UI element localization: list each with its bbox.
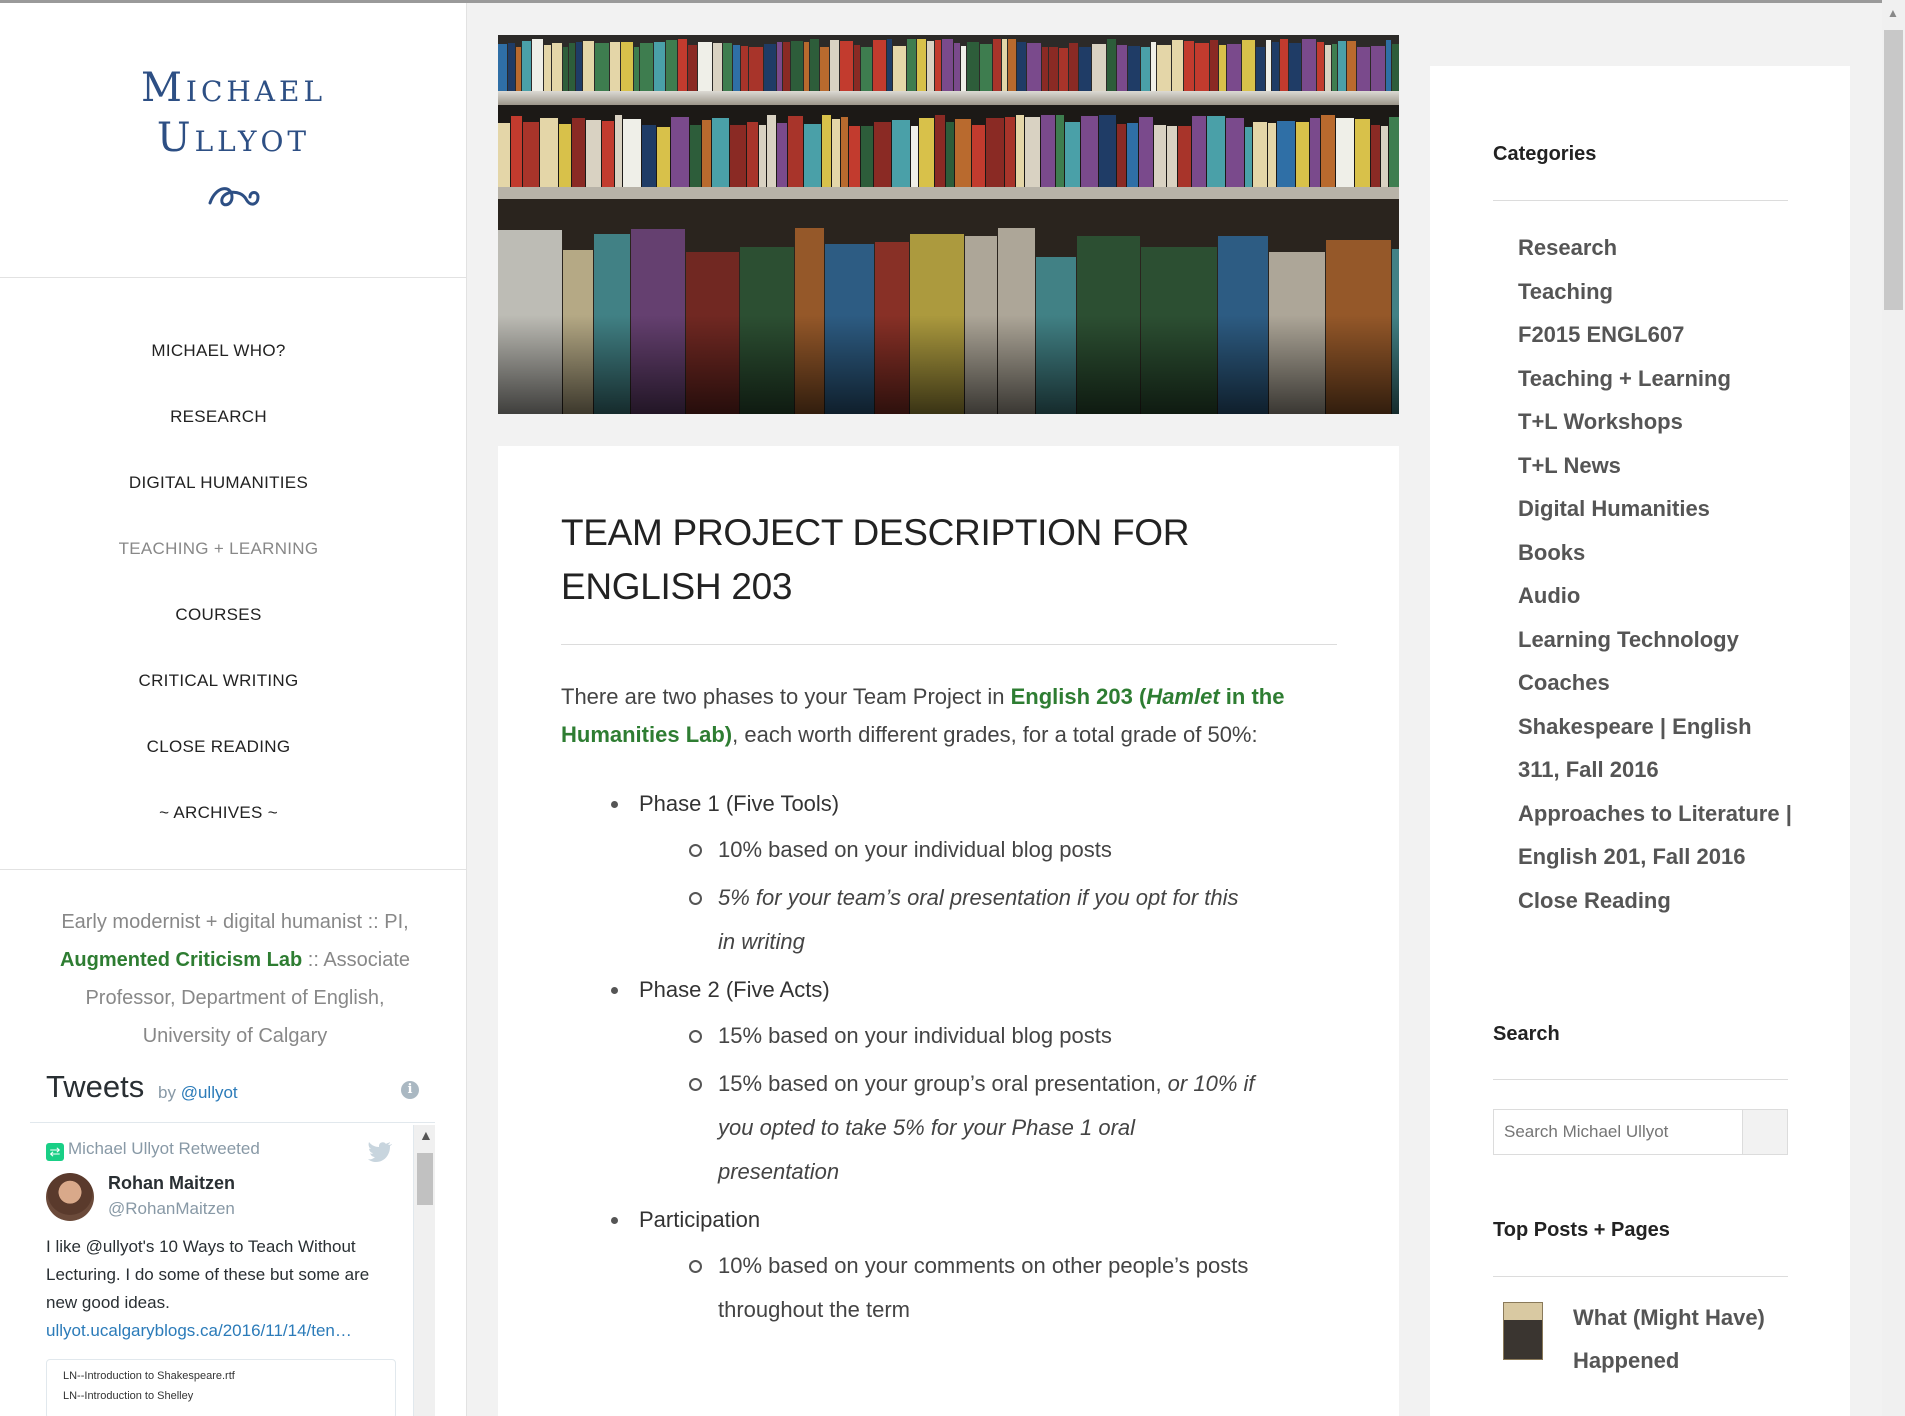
twitter-bird-icon[interactable] [367,1141,393,1163]
top-posts-divider [1493,1276,1788,1277]
acl-link[interactable]: Augmented Criticism Lab [60,949,302,971]
categories-list: Research Teaching F2015 ENGL607 Teaching… [1518,226,1798,922]
top-post-item[interactable]: What (Might Have) Happened [1493,1296,1788,1396]
category-link[interactable]: Audio [1518,574,1798,618]
phase-2-item-2: 15% based on your group’s oral presentat… [561,1062,1261,1194]
category-link[interactable]: T+L News [1518,444,1798,488]
scroll-up-arrow-icon[interactable]: ▲ [1887,6,1899,20]
participation-label: Participation [561,1200,1321,1240]
retweet-icon: ⇄ [46,1143,64,1161]
category-link[interactable]: Research [1518,226,1798,270]
retweeted-label: Michael Ullyot Retweeted [68,1139,260,1158]
page-scroll-thumb[interactable] [1884,30,1903,310]
retweet-line: ⇄ Michael Ullyot Retweeted [46,1139,397,1165]
card-line-2: LN--Introduction to Shelley [63,1390,194,1402]
link-part-a: English 203 ( [1010,684,1147,709]
tweet-link[interactable]: ullyot.ucalgaryblogs.ca/2016/11/14/ten… [46,1321,352,1340]
nav-item-digital-humanities[interactable]: Digital Humanities [0,450,467,516]
intro-paragraph: There are two phases to your Team Projec… [561,678,1321,754]
flourish-icon [208,187,260,207]
participation: Participation 10% based on your comments… [561,1200,1321,1332]
phase-1: Phase 1 (Five Tools) 10% based on your i… [561,784,1321,964]
header-image [498,35,1399,414]
right-sidebar: Categories Research Teaching F2015 ENGL6… [1430,66,1850,1416]
site-title[interactable]: Michael Ullyot [0,63,467,163]
nav-item-michael-who[interactable]: Michael who? [0,318,467,384]
site-logo[interactable]: Michael Ullyot [0,3,467,278]
category-link[interactable]: F2015 ENGL607 [1518,313,1798,357]
left-sidebar: Michael Ullyot Michael who? Research Dig… [0,3,467,1416]
tweets-scrollbar[interactable]: ▲ [413,1125,435,1416]
nav-item-teaching-learning[interactable]: Teaching + Learning [0,516,467,582]
search-title: Search [1493,1023,1560,1045]
card-line-1: LN--Introduction to Shakespeare.rtf [63,1370,235,1382]
search-divider [1493,1079,1788,1080]
category-link[interactable]: Teaching [1518,270,1798,314]
author-handle[interactable]: @RohanMaitzen [108,1199,235,1219]
entry-title: Team Project Description for English 203 [561,512,1190,607]
tweets-header: Tweets by @ullyot i [30,1063,435,1123]
category-link[interactable]: Digital Humanities [1518,487,1798,531]
category-link[interactable]: T+L Workshops [1518,400,1798,444]
tweet-author[interactable]: Rohan Maitzen @RohanMaitzen [46,1171,397,1229]
category-link[interactable]: Shakespeare | English 311, Fall 2016 [1518,705,1798,792]
phase-2: Phase 2 (Five Acts) 15% based on your in… [561,970,1321,1194]
site-title-line2: Ullyot [156,115,311,161]
category-link[interactable]: Books [1518,531,1798,575]
category-link[interactable]: Close Reading [1518,879,1798,923]
nav-item-archives[interactable]: ~ Archives ~ [0,780,467,846]
phase-2-item-1: 15% based on your individual blog posts [561,1014,1261,1058]
author-bio: Early modernist + digital humanist :: PI… [40,903,430,1055]
participation-item-1: 10% based on your comments on other peop… [561,1244,1261,1332]
phase-1-label: Phase 1 (Five Tools) [561,784,1321,824]
avatar[interactable] [46,1173,94,1221]
top-posts-title: Top Posts + Pages [1493,1219,1670,1241]
twitter-timeline: Tweets by @ullyot i ⇄ Michael Ullyot Retw… [30,1063,435,1416]
bio-text-before: Early modernist + digital humanist :: PI… [61,911,409,933]
categories-title: Categories [1493,143,1597,165]
intro-after: , each worth different grades, for a tot… [732,722,1258,747]
tweets-handle-link[interactable]: @ullyot [181,1083,238,1102]
search-button[interactable] [1742,1110,1787,1154]
phase-2-label: Phase 2 (Five Acts) [561,970,1321,1010]
category-link[interactable]: Approaches to Literature | English 201, … [1518,792,1798,879]
tweets-scroll-thumb[interactable] [417,1153,433,1205]
grading-list: Phase 1 (Five Tools) 10% based on your i… [561,784,1321,1338]
main-nav: Michael who? Research Digital Humanities… [0,278,467,870]
category-link[interactable]: Coaches [1518,661,1798,705]
phase-1-item-1: 10% based on your individual blog posts [561,828,1261,872]
tweet[interactable]: ⇄ Michael Ullyot Retweeted Rohan Maitzen … [30,1125,413,1416]
author-name[interactable]: Rohan Maitzen [108,1173,235,1194]
phase-2-item-2-a: 15% based on your group’s oral presentat… [718,1071,1168,1096]
category-link[interactable]: Learning Technology [1518,618,1798,662]
nav-item-courses[interactable]: Courses [0,582,467,648]
tweets-by: by @ullyot [158,1083,238,1103]
scroll-up-icon[interactable]: ▲ [419,1127,433,1143]
tweet-body: I like @ullyot's 10 Ways to Teach Withou… [46,1237,370,1312]
intro-before: There are two phases to your Team Projec… [561,684,1011,709]
tweet-media-card[interactable]: LN--Introduction to Shakespeare.rtf LN--… [46,1359,396,1416]
tweets-title: Tweets [46,1069,145,1104]
site-title-line1: Michael [140,65,327,111]
category-link[interactable]: Teaching + Learning [1518,357,1798,401]
title-divider [561,644,1337,645]
article: Team Project Description for English 203… [498,446,1399,1416]
phase-1-item-2: 5% for your team’s oral presentation if … [561,876,1261,964]
categories-divider [1493,200,1788,201]
nav-item-close-reading[interactable]: Close Reading [0,714,467,780]
page-scrollbar[interactable]: ▲ [1882,0,1905,1416]
search-input[interactable] [1494,1110,1742,1154]
nav-item-research[interactable]: Research [0,384,467,450]
nav-item-critical-writing[interactable]: Critical Writing [0,648,467,714]
info-icon[interactable]: i [401,1081,419,1099]
bookshelf-image [498,35,1399,414]
tweet-text: I like @ullyot's 10 Ways to Teach Withou… [46,1233,397,1345]
book-cover-thumbnail[interactable] [1503,1302,1543,1360]
top-post-link[interactable]: What (Might Have) Happened [1573,1296,1793,1382]
search-form [1493,1109,1788,1155]
tweets-by-label: by [158,1083,176,1102]
link-emphasis: Hamlet [1146,684,1220,709]
